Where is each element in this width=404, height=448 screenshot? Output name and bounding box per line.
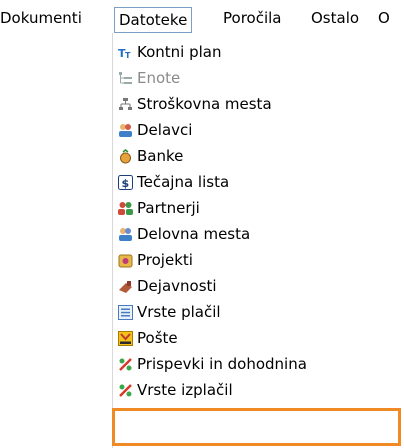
menu-porocila[interactable]: Poročila	[223, 7, 281, 31]
menu-item-label: Enote	[137, 69, 181, 87]
menu-item-label: Tečajna lista	[137, 173, 230, 191]
menu-item-label: Partnerji	[137, 199, 200, 217]
menu-ostalo[interactable]: Ostalo	[311, 7, 359, 31]
menu-item-label: Banke	[137, 147, 184, 165]
menu-o[interactable]: O	[378, 7, 390, 31]
svg-text:T: T	[125, 51, 131, 60]
menu-item-banke[interactable]: Banke	[113, 143, 404, 169]
svg-text:$: $	[122, 177, 130, 190]
hierarchy-icon	[118, 97, 133, 112]
menu-item-tecajna-lista[interactable]: $ Tečajna lista	[113, 169, 404, 195]
menu-item-poste[interactable]: Pošte	[113, 325, 404, 351]
dollar-icon: $	[118, 175, 133, 190]
menu-item-stroskovna-mesta[interactable]: Stroškovna mesta	[113, 91, 404, 117]
menu-dokumenti[interactable]: Dokumenti	[0, 7, 82, 31]
post-icon	[118, 331, 133, 346]
menu-item-delovna-mesta[interactable]: Delovna mesta	[113, 221, 404, 247]
menu-item-dejavnosti[interactable]: Dejavnosti	[113, 273, 404, 299]
text-type-icon: TT	[118, 45, 133, 60]
menu-item-partnerji[interactable]: Partnerji	[113, 195, 404, 221]
menu-item-label: Pošte	[137, 329, 178, 347]
list-icon	[118, 305, 133, 320]
menu-item-projekti[interactable]: Projekti	[113, 247, 404, 273]
menu-item-label: Prispevki in dohodnina	[137, 355, 307, 373]
menu-item-delavci[interactable]: Delavci	[113, 117, 404, 143]
menu-item-vrste-izplacil[interactable]: Vrste izplačil	[113, 377, 404, 403]
tree-list-icon	[118, 71, 133, 86]
menu-datoteke[interactable]: Datoteke	[114, 7, 193, 33]
menu-item-label: Vrste plačil	[137, 303, 221, 321]
datoteke-dropdown: TT Kontni plan Enote Stroškovna mesta De…	[112, 33, 404, 448]
menu-item-label: Stroškovna mesta	[137, 95, 272, 113]
menu-item-label: Delovna mesta	[137, 225, 251, 243]
percent-icon	[118, 383, 133, 398]
money-bag-icon	[118, 149, 133, 164]
selection-highlight	[112, 408, 401, 446]
percent-icon	[118, 357, 133, 372]
menu-item-vrste-placil[interactable]: Vrste plačil	[113, 299, 404, 325]
menu-bar: Dokumenti Datoteke Poročila Ostalo O	[0, 0, 404, 36]
menu-item-label: Projekti	[137, 251, 193, 269]
projects-icon	[118, 253, 133, 268]
workers-icon	[118, 123, 133, 138]
menu-item-label: Dejavnosti	[137, 277, 217, 295]
menu-item-kontni-plan[interactable]: TT Kontni plan	[113, 39, 404, 65]
menu-item-enote: Enote	[113, 65, 404, 91]
activity-icon	[118, 279, 133, 294]
menu-item-prispevki-in-dohodnina[interactable]: Prispevki in dohodnina	[113, 351, 404, 377]
menu-item-label: Delavci	[137, 121, 193, 139]
menu-item-label: Kontni plan	[137, 43, 222, 61]
partners-icon	[118, 201, 133, 216]
menu-item-label: Vrste izplačil	[137, 381, 233, 399]
workplaces-icon	[118, 227, 133, 242]
